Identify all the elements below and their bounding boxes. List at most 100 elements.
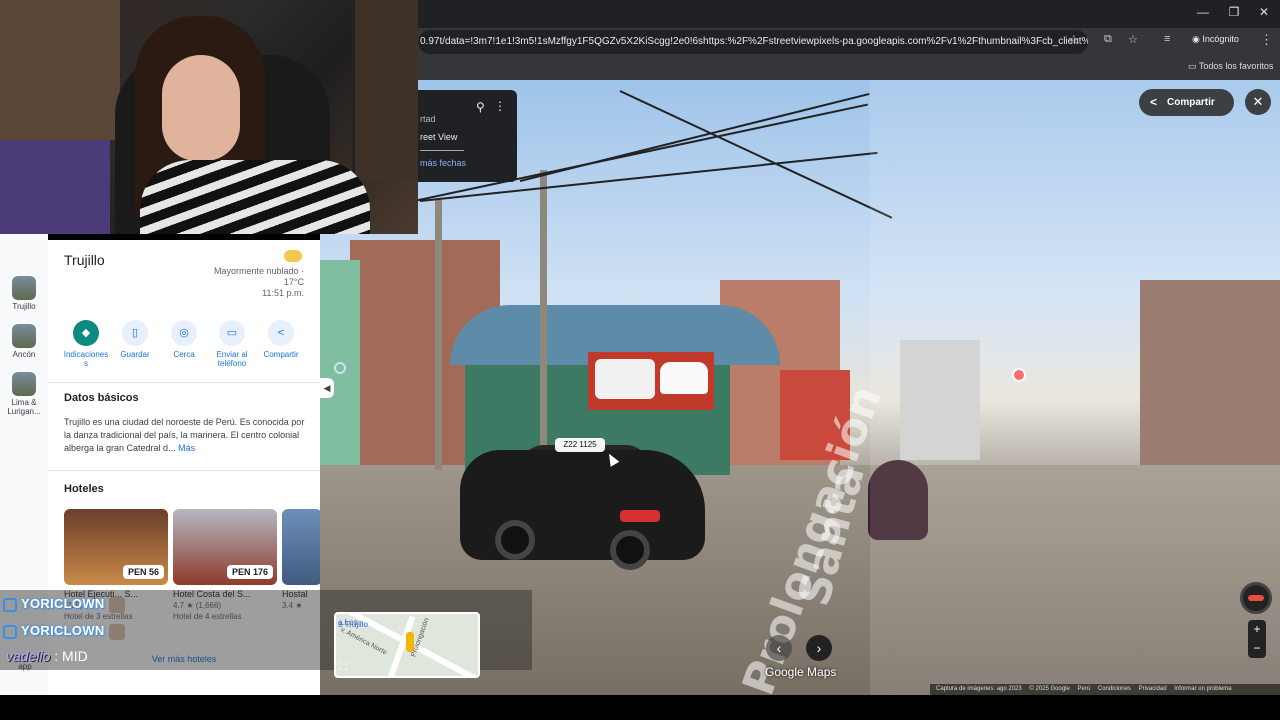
next-arrow-icon[interactable]: › bbox=[806, 635, 832, 661]
reading-list-icon[interactable]: ≡ bbox=[1164, 33, 1170, 45]
streamer-shirt bbox=[140, 160, 370, 234]
street-view-info-card: ⚲ ⋮ rtad reet View más fechas bbox=[418, 90, 517, 182]
collapse-panel-button[interactable]: ◀ bbox=[320, 378, 334, 398]
mini-map[interactable]: a Los s-Trujillo v. América Norte Prolon… bbox=[334, 612, 480, 678]
terms-link[interactable]: Condiciones bbox=[1098, 686, 1131, 692]
taxi-taillight bbox=[620, 510, 660, 522]
hotel-photo bbox=[282, 509, 320, 585]
prime-badge-icon bbox=[3, 597, 17, 612]
rail-item-lima[interactable]: Lima & Lurigan... bbox=[0, 372, 48, 416]
pin-icon[interactable]: ⚲ bbox=[476, 100, 485, 114]
chat-message: YORICLOWN bbox=[0, 620, 160, 642]
place-thumbnail bbox=[12, 372, 36, 396]
taxi-sign: Z22 1125 bbox=[555, 438, 605, 452]
bookmark-star-icon[interactable]: ☆ bbox=[1068, 32, 1080, 48]
bookmarks-icon[interactable]: ☆ bbox=[1128, 33, 1138, 46]
more-link[interactable]: Más bbox=[178, 443, 195, 453]
chat-message: vadelio : MID bbox=[6, 648, 88, 664]
chat-username: YORICLOWN bbox=[21, 596, 105, 611]
shelf bbox=[0, 0, 120, 140]
chat-text: MID bbox=[62, 648, 88, 664]
share-icon: < bbox=[268, 320, 294, 346]
report-problem-link[interactable]: Informar un problema bbox=[1174, 686, 1231, 692]
chat-username: YORICLOWN bbox=[21, 623, 105, 638]
incognito-indicator[interactable]: ◉ Incógnito bbox=[1192, 34, 1239, 45]
map-footer: Captura de imágenes: ago 2023 © 2025 Goo… bbox=[930, 684, 1280, 695]
place-marker-icon[interactable] bbox=[1012, 368, 1026, 382]
divider bbox=[48, 382, 320, 383]
compass-needle bbox=[1248, 595, 1264, 601]
more-dates-link[interactable]: más fechas bbox=[420, 158, 466, 168]
hotel-price: PEN 176 bbox=[226, 565, 273, 579]
nearby-icon: ◎ bbox=[171, 320, 197, 346]
copyright: © 2025 Google bbox=[1029, 686, 1070, 692]
directions-button[interactable]: ◆ Indicaciones s bbox=[60, 320, 112, 368]
bookmark-icon: ▯ bbox=[122, 320, 148, 346]
zoom-control: + − bbox=[1248, 620, 1266, 658]
utility-pole bbox=[435, 200, 442, 470]
cushion bbox=[0, 140, 110, 234]
address-bar[interactable]: 0.97t/data=!3m7!1e1!3m5!1sMzffgy1F5QGZv5… bbox=[418, 30, 1088, 54]
nearby-button[interactable]: ◎ Cerca bbox=[158, 320, 210, 359]
more-options-icon[interactable]: ⋮ bbox=[494, 99, 506, 113]
rail-item-trujillo[interactable]: Trujillo bbox=[0, 276, 48, 311]
browser-menu-icon[interactable]: ⋮ bbox=[1260, 32, 1273, 48]
bottom-bar bbox=[0, 695, 1280, 720]
zoom-in-icon[interactable]: + bbox=[1248, 620, 1266, 639]
expand-map-icon[interactable]: ⛶ bbox=[340, 662, 347, 673]
phone-icon: ▭ bbox=[219, 320, 245, 346]
folder-icon: ▭ bbox=[1188, 61, 1199, 71]
country-link[interactable]: Perú bbox=[1078, 686, 1091, 692]
send-to-phone-button[interactable]: ▭ Enviar al teléfono bbox=[206, 320, 258, 368]
hotel-photo: PEN 56 bbox=[64, 509, 168, 585]
streamer-face bbox=[162, 55, 240, 161]
chat-username: vadelio bbox=[6, 648, 51, 664]
restore-icon[interactable]: ❐ bbox=[1219, 5, 1249, 19]
stitch-region bbox=[870, 80, 1280, 695]
save-button[interactable]: ▯ Guardar bbox=[109, 320, 161, 359]
picture-frame bbox=[352, 0, 418, 180]
screen: — ❐ ✕ 0.97t/data=!3m7!1e1!3m5!1sMzffgy1F… bbox=[0, 0, 1280, 720]
webcam-overlay bbox=[0, 0, 418, 234]
share-place-button[interactable]: < Compartir bbox=[255, 320, 307, 359]
zoom-out-icon[interactable]: − bbox=[1248, 639, 1266, 658]
minimize-icon[interactable]: — bbox=[1188, 5, 1218, 19]
hotels-heading: Hoteles bbox=[64, 483, 104, 495]
utility-pole bbox=[540, 170, 547, 470]
google-maps-logo: Google Maps bbox=[765, 665, 837, 679]
weather-info: Mayormente nublado · 17°C 11:51 p.m. bbox=[213, 266, 304, 298]
rail-item-ancon[interactable]: Ancón bbox=[0, 324, 48, 359]
capture-date: Captura de imágenes: ago 2023 bbox=[936, 686, 1022, 692]
bookmarks-bar bbox=[418, 56, 1280, 80]
privacy-link[interactable]: Privacidad bbox=[1139, 686, 1167, 692]
prime-badge-icon bbox=[3, 624, 17, 639]
divider bbox=[48, 470, 320, 471]
all-bookmarks-button[interactable]: ▭ Todos los favoritos bbox=[1188, 61, 1273, 72]
basics-heading: Datos básicos bbox=[64, 392, 139, 404]
place-title: Trujillo bbox=[64, 252, 105, 268]
wheel bbox=[610, 530, 650, 570]
card-title: rtad bbox=[420, 114, 436, 124]
banner-car bbox=[660, 362, 708, 394]
share-button[interactable]: < Compartir bbox=[1139, 89, 1234, 116]
close-street-view-button[interactable]: ✕ bbox=[1245, 89, 1271, 115]
close-window-icon[interactable]: ✕ bbox=[1249, 5, 1279, 19]
divider bbox=[420, 150, 464, 151]
compass-icon[interactable] bbox=[1240, 582, 1272, 614]
chat-message: YORICLOWN bbox=[0, 593, 160, 615]
incognito-icon: ◉ bbox=[1192, 34, 1203, 44]
emote-icon bbox=[108, 596, 125, 613]
extension-icon[interactable]: ⧉ bbox=[1104, 33, 1112, 46]
place-thumbnail bbox=[12, 276, 36, 300]
power-line bbox=[519, 92, 870, 182]
location-pin-icon[interactable] bbox=[334, 362, 346, 374]
banner-panel bbox=[595, 359, 655, 399]
hotel-price: PEN 56 bbox=[122, 565, 164, 579]
basics-description: Trujillo es una ciudad del noroeste de P… bbox=[64, 417, 305, 453]
wheel bbox=[495, 520, 535, 560]
previous-arrow-icon[interactable]: ‹ bbox=[766, 635, 792, 661]
directions-icon: ◆ bbox=[73, 320, 99, 346]
card-mode: reet View bbox=[420, 132, 458, 142]
place-thumbnail bbox=[12, 324, 36, 348]
emote-icon bbox=[108, 623, 125, 640]
